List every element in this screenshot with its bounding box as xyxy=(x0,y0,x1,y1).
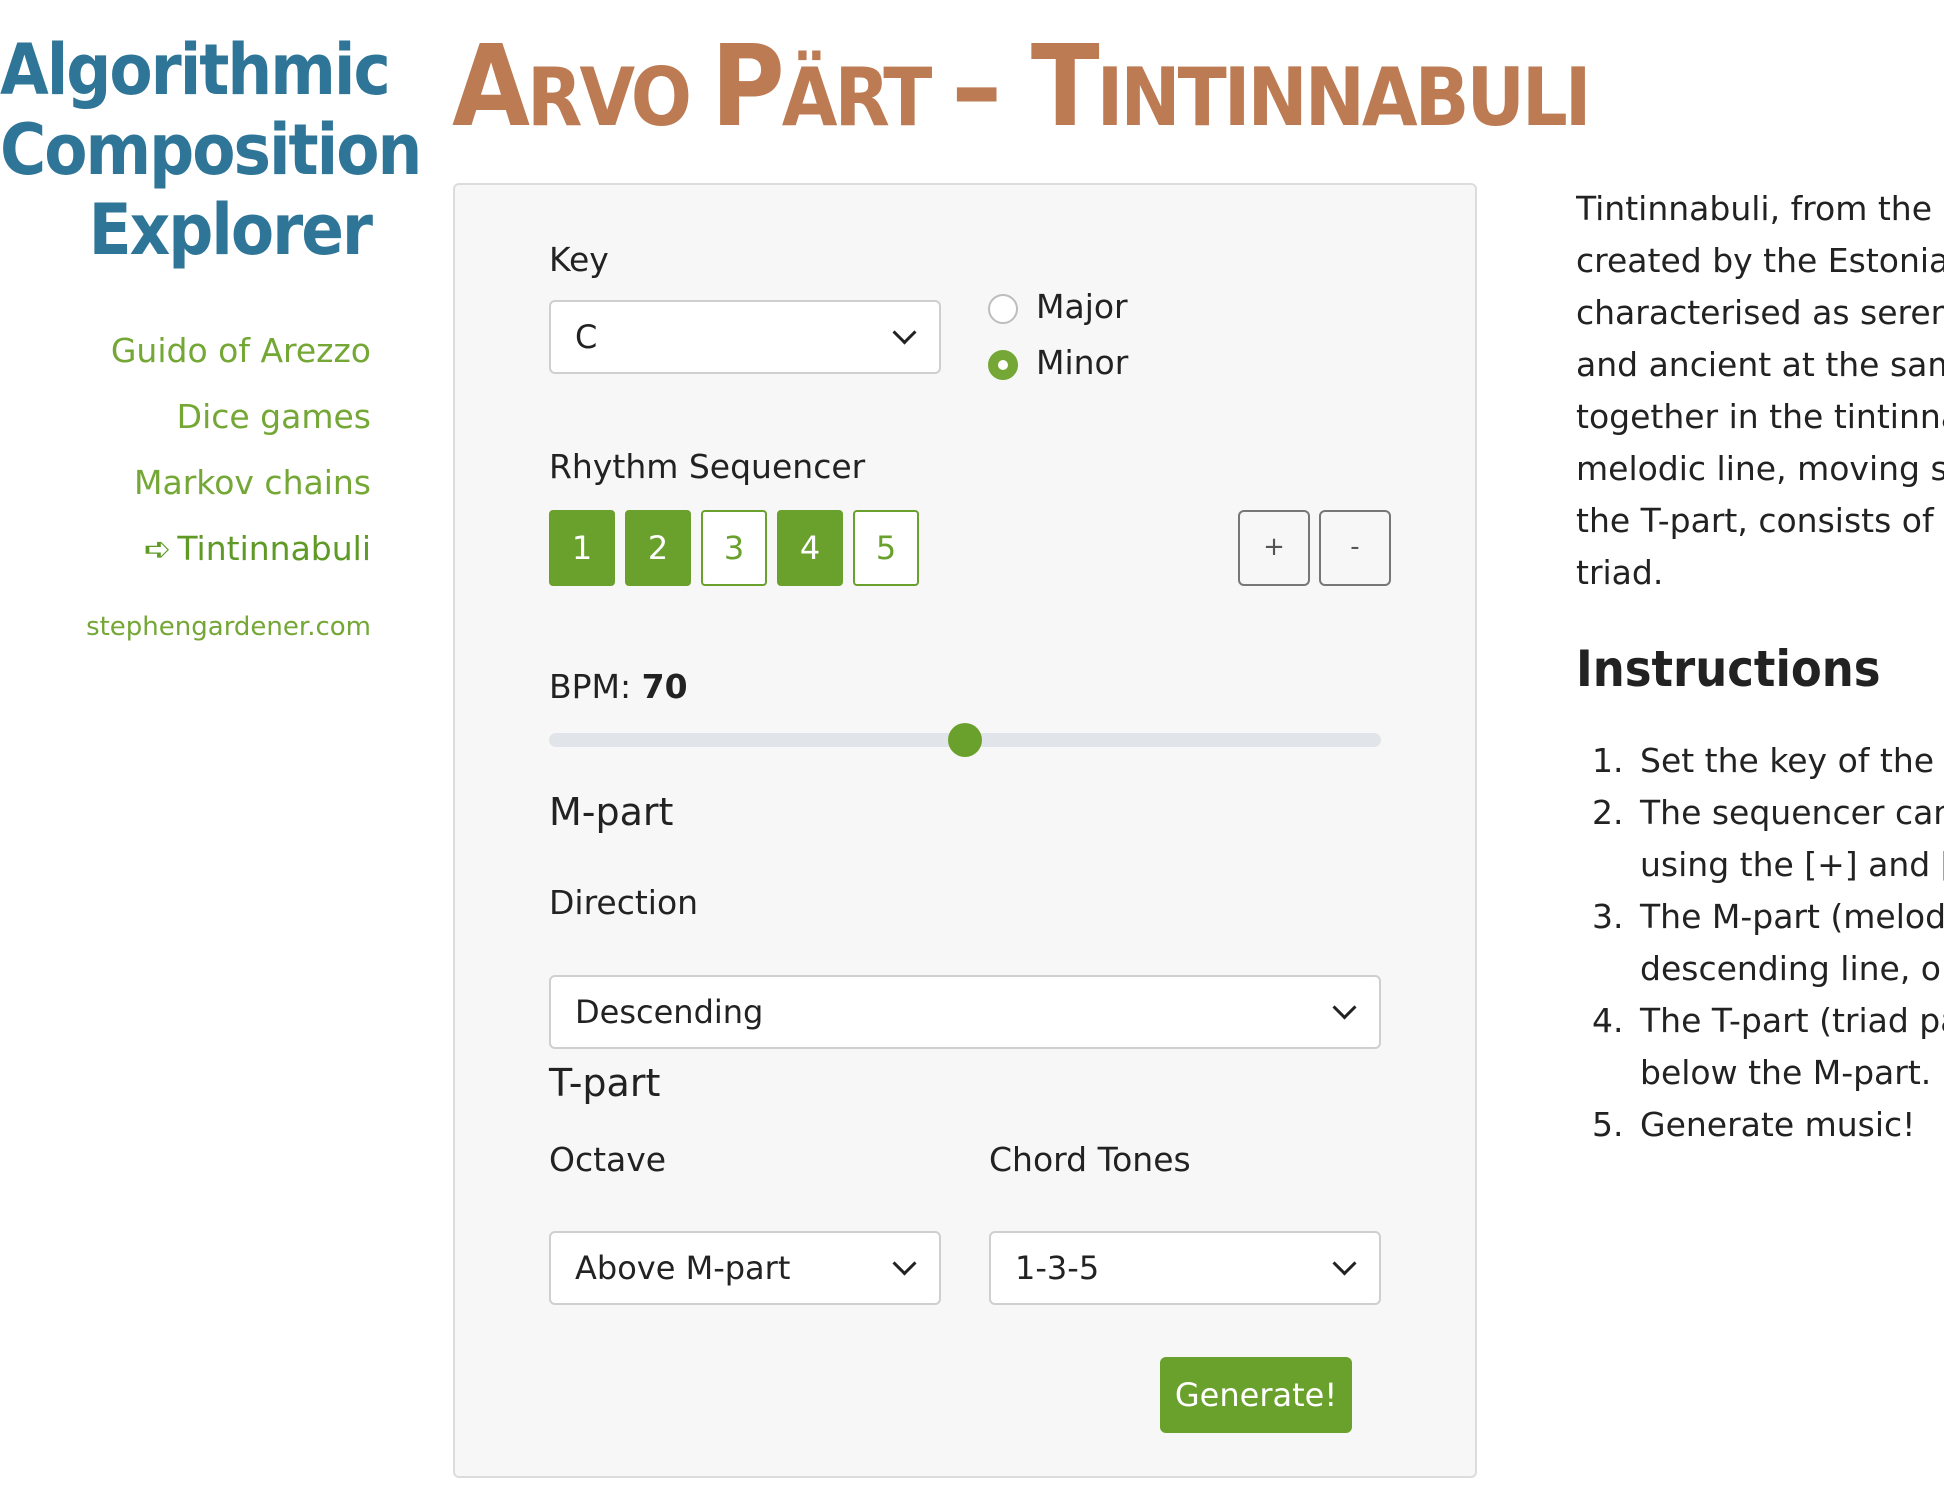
chevron-down-icon xyxy=(892,1251,917,1276)
intro-line: the T-part, consists of ch xyxy=(1576,501,1944,540)
nav-item-guido-of-arezzo[interactable]: Guido of Arezzo xyxy=(0,318,371,384)
site-title: Algorithmic Composition Explorer xyxy=(0,29,422,271)
chevron-down-icon xyxy=(892,320,917,345)
radio-minor[interactable]: Minor xyxy=(988,343,1128,382)
sequencer-step-4[interactable]: 4 xyxy=(777,510,843,586)
nav-item-dice-games[interactable]: Dice games xyxy=(0,384,371,450)
bpm-label: BPM: 70 xyxy=(549,667,688,706)
add-step-button[interactable]: + xyxy=(1238,510,1310,586)
sequencer-step-1[interactable]: 1 xyxy=(549,510,615,586)
instruction-line: descending line, or ju xyxy=(1640,949,1944,988)
chord-tones-select-value: 1-3-5 xyxy=(1015,1249,1100,1287)
instruction-item: 1. Set the key of the pie xyxy=(1576,735,1944,787)
octave-select-value: Above M-part xyxy=(575,1249,791,1287)
intro-text: Tintinnabuli, from the Lat created by th… xyxy=(1576,183,1944,599)
radio-major-circle[interactable] xyxy=(988,294,1018,324)
radio-minor-circle[interactable] xyxy=(988,350,1018,380)
instructions-list: 1. Set the key of the pie 2. The sequenc… xyxy=(1576,735,1944,1151)
nav-item-markov-chains[interactable]: Markov chains xyxy=(0,450,371,516)
bpm-value: 70 xyxy=(641,667,688,706)
intro-line: characterised as serene a xyxy=(1576,293,1944,332)
radio-major[interactable]: Major xyxy=(988,287,1128,326)
title-part: T xyxy=(1030,22,1100,152)
remove-step-button[interactable]: - xyxy=(1319,510,1391,586)
instruction-item: 3. The M-part (melody descending line, o… xyxy=(1576,891,1944,995)
title-part: – xyxy=(951,22,1031,152)
bpm-slider-thumb[interactable] xyxy=(948,723,982,757)
sequencer-step-5[interactable]: 5 xyxy=(853,510,919,586)
instruction-line: using the [+] and [-] xyxy=(1640,845,1944,884)
instruction-item: 2. The sequencer can b using the [+] and… xyxy=(1576,787,1944,891)
instruction-line: below the M-part. xyxy=(1640,1053,1932,1092)
sequencer-step-2[interactable]: 2 xyxy=(625,510,691,586)
instruction-line: Generate music! xyxy=(1640,1105,1916,1144)
key-label: Key xyxy=(549,240,609,279)
radio-minor-label: Minor xyxy=(1036,343,1129,382)
site-link[interactable]: stephengardener.com xyxy=(0,612,371,642)
title-part: RVO xyxy=(526,51,711,144)
site-title-line: Composition xyxy=(0,109,422,191)
radio-major-label: Major xyxy=(1036,287,1128,326)
site-title-line: Algorithmic xyxy=(0,29,391,111)
title-part: P xyxy=(710,22,785,152)
generate-button[interactable]: Generate! xyxy=(1160,1357,1352,1433)
sidebar: Algorithmic Composition Explorer Guido o… xyxy=(0,29,422,642)
direction-select-value: Descending xyxy=(575,993,764,1031)
nav-item-tintinnabuli[interactable]: ➪ Tintinnabuli xyxy=(0,516,371,582)
instruction-number: 3. xyxy=(1592,897,1624,936)
intro-line: created by the Estonian c xyxy=(1576,241,1944,280)
instruction-item: 4. The T-part (triad par below the M-par… xyxy=(1576,995,1944,1099)
instruction-line: The M-part (melody xyxy=(1640,897,1944,936)
instruction-number: 5. xyxy=(1592,1105,1624,1144)
direction-label: Direction xyxy=(549,883,699,922)
title-part: A xyxy=(452,22,530,152)
page-title: ARVO PÄRT – TINTINNABULI xyxy=(452,22,1592,163)
chevron-down-icon xyxy=(1332,1251,1357,1276)
key-select[interactable]: C xyxy=(549,300,941,374)
controls-panel: Key C Major Minor Rhythm Sequencer 1 2 3… xyxy=(453,183,1477,1478)
intro-line: melodic line, moving step xyxy=(1576,449,1944,488)
title-part: ÄRT xyxy=(781,51,952,144)
chord-tones-select[interactable]: 1-3-5 xyxy=(989,1231,1381,1305)
sidebar-nav: Guido of Arezzo Dice games Markov chains… xyxy=(0,318,371,582)
intro-line: triad. xyxy=(1576,553,1664,592)
instruction-number: 4. xyxy=(1592,1001,1624,1040)
chord-tones-label: Chord Tones xyxy=(989,1140,1191,1179)
instruction-line: The sequencer can b xyxy=(1640,793,1944,832)
nav-item-label: Tintinnabuli xyxy=(177,529,371,568)
direction-select[interactable]: Descending xyxy=(549,975,1381,1049)
intro-line: Tintinnabuli, from the Lat xyxy=(1576,189,1944,228)
instruction-line: Set the key of the pie xyxy=(1640,741,1944,780)
instructions-heading: Instructions xyxy=(1576,640,1881,698)
m-part-heading: M-part xyxy=(549,790,674,834)
intro-line: together in the tintinnabu xyxy=(1576,397,1944,436)
arrow-right-icon: ➪ xyxy=(143,529,172,568)
intro-line: and ancient at the same xyxy=(1576,345,1944,384)
chevron-down-icon xyxy=(1332,995,1357,1020)
octave-label: Octave xyxy=(549,1140,667,1179)
t-part-heading: T-part xyxy=(549,1061,661,1105)
instruction-number: 1. xyxy=(1592,741,1624,780)
site-title-line: Explorer xyxy=(88,189,373,271)
rhythm-sequencer-label: Rhythm Sequencer xyxy=(549,447,866,486)
octave-select[interactable]: Above M-part xyxy=(549,1231,941,1305)
instruction-line: The T-part (triad par xyxy=(1640,1001,1944,1040)
key-select-value: C xyxy=(575,318,598,356)
title-part: INTINNABULI xyxy=(1096,51,1592,144)
instruction-number: 2. xyxy=(1592,793,1624,832)
sequencer-step-3[interactable]: 3 xyxy=(701,510,767,586)
instruction-item: 5. Generate music! xyxy=(1576,1099,1944,1151)
bpm-slider[interactable] xyxy=(549,723,1381,757)
bpm-label-text: BPM: xyxy=(549,667,632,706)
